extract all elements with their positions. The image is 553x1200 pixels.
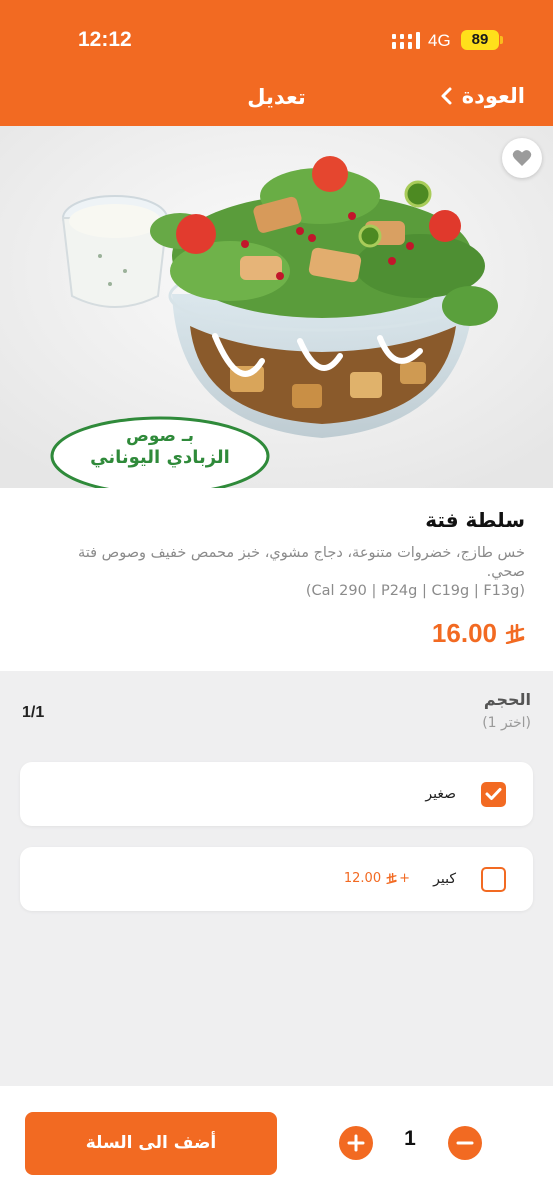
product-info: سلطة فتة خس طازج، خضروات متنوعة، دجاج مش… <box>0 488 553 671</box>
product-price: 16.00 <box>432 618 525 649</box>
option-small[interactable]: صغير <box>20 762 533 826</box>
bottom-bar: أضف الى السلة 1 <box>0 1086 553 1200</box>
product-image: بـ صوص الزبادي اليوناني <box>0 126 553 488</box>
sticker-text: بـ صوص الزبادي اليوناني <box>60 426 260 469</box>
increase-quantity-button[interactable] <box>339 1126 373 1160</box>
checkbox-unchecked[interactable] <box>481 867 506 892</box>
checkbox-checked[interactable] <box>481 782 506 807</box>
product-name: سلطة فتة <box>425 508 525 532</box>
option-label: صغير <box>425 786 456 802</box>
battery-tip <box>500 36 503 44</box>
battery-icon: 89 <box>461 30 499 50</box>
extra-price-prefix: + <box>399 871 410 886</box>
riyal-currency-icon <box>386 873 397 884</box>
product-nutrition: (Cal 290 | P24g | C19g | F13g) <box>305 583 525 599</box>
option-large[interactable]: كبير 12.00 + <box>20 847 533 911</box>
sticker-line1: بـ صوص <box>125 426 195 446</box>
option-selection-count: 1/1 <box>22 704 45 721</box>
product-description: خس طازج، خضروات متنوعة، دجاج مشوي، خبز م… <box>77 545 525 580</box>
app-header: 12:12 4G 89 تعديل العودة <box>0 0 553 126</box>
back-label: العودة <box>461 84 525 108</box>
option-group-subtitle: (اختر 1) <box>482 715 531 731</box>
extra-price-value: 12.00 <box>343 871 382 886</box>
favorite-button[interactable] <box>502 138 542 178</box>
sticker-line2: الزبادي اليوناني <box>90 447 230 468</box>
price-value: 16.00 <box>431 618 497 648</box>
back-button[interactable]: العودة <box>440 84 525 108</box>
check-icon <box>485 788 502 800</box>
page-title: تعديل <box>247 85 306 109</box>
sauce-cup <box>61 195 169 308</box>
status-time: 12:12 <box>78 28 132 51</box>
option-extra-price: 12.00 + <box>344 871 410 886</box>
option-group-title: الحجم <box>483 690 531 709</box>
decrease-quantity-button[interactable] <box>448 1126 482 1160</box>
option-label: كبير <box>433 871 456 887</box>
plus-icon <box>347 1134 365 1152</box>
add-to-cart-button[interactable]: أضف الى السلة <box>25 1112 277 1175</box>
signal-icon <box>392 32 420 49</box>
heart-icon <box>512 150 532 166</box>
minus-icon <box>456 1141 474 1145</box>
riyal-currency-icon <box>505 623 525 644</box>
network-type: 4G <box>428 31 451 50</box>
quantity-value: 1 <box>404 1127 416 1150</box>
chevron-left-icon <box>441 87 452 105</box>
